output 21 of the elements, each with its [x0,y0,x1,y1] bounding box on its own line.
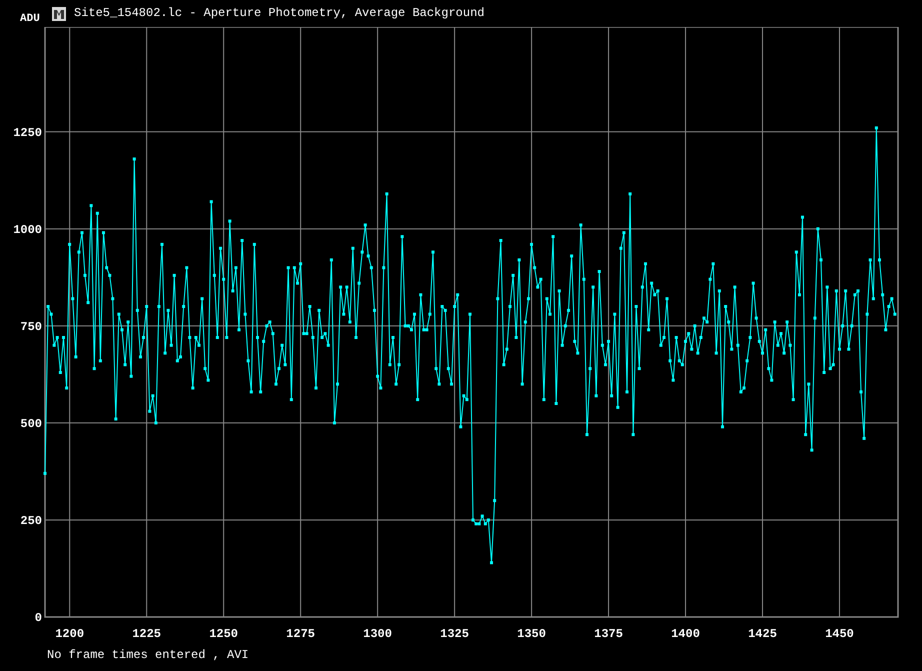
x-tick-label: 1200 [55,627,84,641]
y-tick-label: 0 [34,611,42,625]
status-text: No frame times entered , AVI [47,648,250,662]
app-icon [52,6,66,20]
x-tick-label: 1350 [517,627,546,641]
y-tick-label: 1000 [13,222,42,237]
x-tick-label: 1225 [132,627,162,641]
x-tick-label: 1375 [594,627,623,641]
y-tick-label: 1250 [13,126,42,140]
x-tick-label: 1425 [748,627,777,641]
x-tick-label: 1275 [286,627,315,641]
x-tick-label: 1300 [363,627,392,641]
x-tick-label: 1400 [671,627,700,641]
x-tick-label: 1250 [209,627,238,641]
x-tick-label: 1450 [825,627,854,641]
x-tick-label: 1325 [440,627,469,641]
y-tick-label: 500 [20,416,42,431]
window-title: Site5_154802.lc - Aperture Photometry, Average Background [74,6,484,22]
y-tick-label: 750 [20,320,42,334]
y-axis-label: ADU [20,13,41,27]
y-tick-label: 250 [20,514,42,528]
